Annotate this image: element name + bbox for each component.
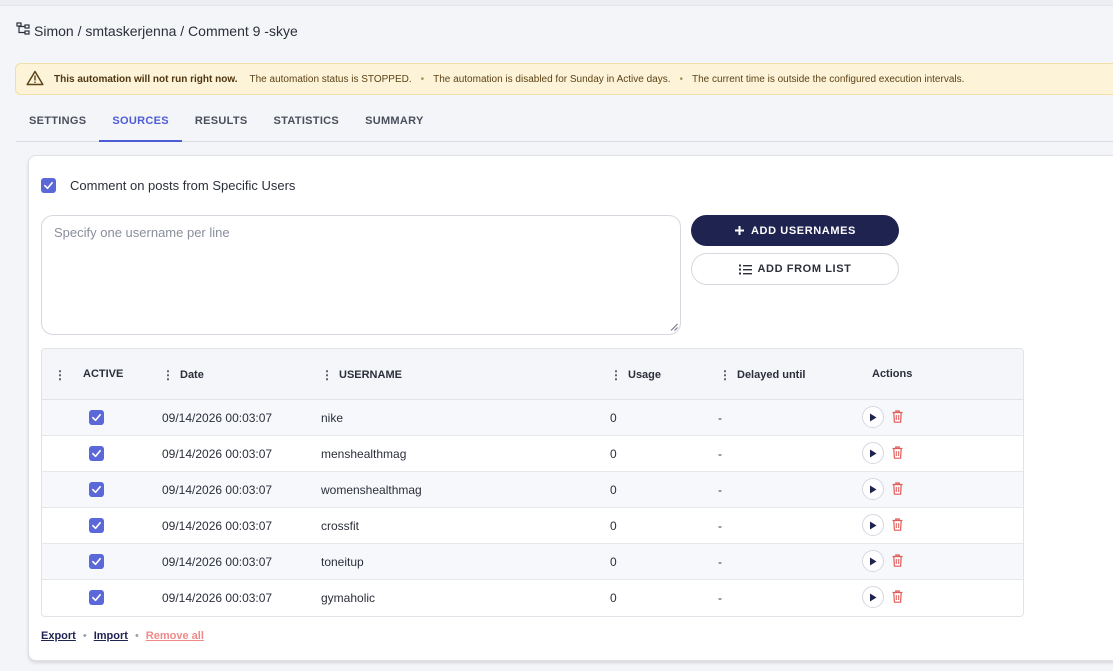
- row-active-checkbox[interactable]: [89, 554, 104, 570]
- trash-icon[interactable]: [892, 590, 903, 603]
- table-row: 09/14/2026 00:03:07 gymaholic 0 -: [42, 580, 1023, 616]
- breadcrumb: Simon / smtaskerjenna / Comment 9 -skye: [16, 22, 298, 39]
- footer-separator: •: [82, 630, 87, 642]
- table-row: 09/14/2026 00:03:07 nike 0 -: [42, 400, 1023, 436]
- sources-card: Comment on posts from Specific Users ADD…: [28, 155, 1113, 661]
- row-active-checkbox[interactable]: [89, 446, 104, 462]
- column-menu-icon[interactable]: ⋮: [610, 368, 622, 382]
- row-delayed-until: -: [718, 555, 722, 569]
- trash-icon[interactable]: [892, 446, 903, 459]
- row-username: womenshealthmag: [321, 483, 422, 497]
- header-actions: Actions: [872, 368, 913, 380]
- row-active-checkbox[interactable]: [89, 590, 104, 606]
- specific-users-label: Comment on posts from Specific Users: [70, 178, 296, 193]
- row-delayed-until: -: [718, 411, 722, 425]
- row-active-checkbox[interactable]: [89, 518, 104, 534]
- row-username: nike: [321, 411, 344, 425]
- play-icon[interactable]: [862, 478, 884, 500]
- tab-bar: SETTINGS SOURCES RESULTS STATISTICS SUMM…: [16, 104, 1113, 142]
- plus-icon: [735, 226, 744, 235]
- table-row: 09/14/2026 00:03:07 crossfit 0 -: [42, 508, 1023, 544]
- tab-settings[interactable]: SETTINGS: [16, 104, 99, 142]
- play-icon[interactable]: [862, 406, 884, 428]
- column-menu-icon[interactable]: ⋮: [162, 368, 174, 382]
- row-username: crossfit: [321, 519, 360, 533]
- table-footer-actions: Export • Import • Remove all: [41, 630, 204, 642]
- play-icon[interactable]: [862, 442, 884, 464]
- warning-icon: [26, 70, 48, 89]
- resize-grip-icon[interactable]: [670, 323, 678, 331]
- automation-warning-alert: This automation will not run right now. …: [15, 63, 1113, 95]
- usernames-table: ⋮ ACTIVE ⋮ Date ⋮ USERNAME ⋮ Usage ⋮ Delayed…: [41, 348, 1024, 617]
- add-from-list-button[interactable]: ADD FROM LIST: [691, 253, 899, 285]
- table-body: 09/14/2026 00:03:07 nike 0 - 09/14/2026 …: [42, 400, 1023, 616]
- footer-separator: •: [134, 630, 139, 642]
- row-usage: 0: [610, 483, 617, 497]
- specific-users-checkbox[interactable]: [41, 178, 56, 193]
- table-row: 09/14/2026 00:03:07 womenshealthmag 0 -: [42, 472, 1023, 508]
- table-header: ⋮ ACTIVE ⋮ Date ⋮ USERNAME ⋮ Usage ⋮ Delayed…: [42, 349, 1023, 400]
- alert-separator: •: [679, 73, 684, 85]
- table-row: 09/14/2026 00:03:07 toneitup 0 -: [42, 544, 1023, 580]
- header-usage[interactable]: ⋮ Usage: [610, 368, 661, 382]
- row-date: 09/14/2026 00:03:07: [162, 411, 273, 425]
- alert-message-time: The current time is outside the configur…: [692, 73, 965, 85]
- header-delayed-until[interactable]: ⋮ Delayed until: [719, 368, 805, 382]
- row-usage: 0: [610, 519, 617, 533]
- row-delayed-until: -: [718, 591, 722, 605]
- row-active-checkbox[interactable]: [89, 482, 104, 498]
- trash-icon[interactable]: [892, 554, 903, 567]
- row-date: 09/14/2026 00:03:07: [162, 591, 273, 605]
- play-icon[interactable]: [862, 550, 884, 572]
- alert-separator: •: [420, 73, 425, 85]
- export-link[interactable]: Export: [41, 630, 76, 642]
- add-usernames-label: ADD USERNAMES: [751, 224, 856, 237]
- header-date[interactable]: ⋮ Date: [162, 368, 204, 382]
- row-date: 09/14/2026 00:03:07: [162, 555, 273, 569]
- specific-users-option: Comment on posts from Specific Users: [41, 178, 295, 193]
- row-date: 09/14/2026 00:03:07: [162, 447, 273, 461]
- play-icon[interactable]: [862, 586, 884, 608]
- import-link[interactable]: Import: [94, 630, 128, 642]
- header-active[interactable]: ACTIVE: [83, 368, 123, 380]
- tab-sources[interactable]: SOURCES: [99, 104, 182, 142]
- column-menu-icon[interactable]: ⋮: [54, 368, 66, 382]
- add-from-list-label: ADD FROM LIST: [757, 263, 852, 275]
- alert-title: This automation will not run right now.: [54, 73, 238, 85]
- trash-icon[interactable]: [892, 410, 903, 423]
- row-delayed-until: -: [718, 447, 722, 461]
- add-usernames-button[interactable]: ADD USERNAMES: [691, 215, 899, 246]
- alert-message-status: The automation status is STOPPED.: [249, 73, 412, 85]
- row-username: gymaholic: [321, 591, 376, 605]
- header-username[interactable]: ⋮ USERNAME: [321, 368, 402, 382]
- breadcrumb-text: Simon / smtaskerjenna / Comment 9 -skye: [34, 22, 298, 39]
- row-active-checkbox[interactable]: [89, 410, 104, 426]
- trash-icon[interactable]: [892, 482, 903, 495]
- sitemap-icon: [16, 22, 30, 39]
- row-date: 09/14/2026 00:03:07: [162, 483, 273, 497]
- remove-all-link[interactable]: Remove all: [146, 630, 204, 642]
- row-delayed-until: -: [718, 519, 722, 533]
- trash-icon[interactable]: [892, 518, 903, 531]
- row-date: 09/14/2026 00:03:07: [162, 519, 273, 533]
- column-menu-icon[interactable]: ⋮: [719, 368, 731, 382]
- row-delayed-until: -: [718, 483, 722, 497]
- play-icon[interactable]: [862, 514, 884, 536]
- row-usage: 0: [610, 555, 617, 569]
- tab-statistics[interactable]: STATISTICS: [261, 104, 353, 142]
- tab-results[interactable]: RESULTS: [182, 104, 261, 142]
- row-usage: 0: [610, 411, 617, 425]
- top-strip: [0, 0, 1113, 6]
- alert-message-days: The automation is disabled for Sunday in…: [433, 73, 671, 85]
- list-icon: [738, 264, 752, 274]
- row-usage: 0: [610, 447, 617, 461]
- column-menu-icon[interactable]: ⋮: [321, 368, 333, 382]
- row-username: menshealthmag: [321, 447, 407, 461]
- usernames-textarea[interactable]: [41, 215, 681, 335]
- table-row: 09/14/2026 00:03:07 menshealthmag 0 -: [42, 436, 1023, 472]
- row-usage: 0: [610, 591, 617, 605]
- tab-summary[interactable]: SUMMARY: [352, 104, 437, 142]
- row-username: toneitup: [321, 555, 364, 569]
